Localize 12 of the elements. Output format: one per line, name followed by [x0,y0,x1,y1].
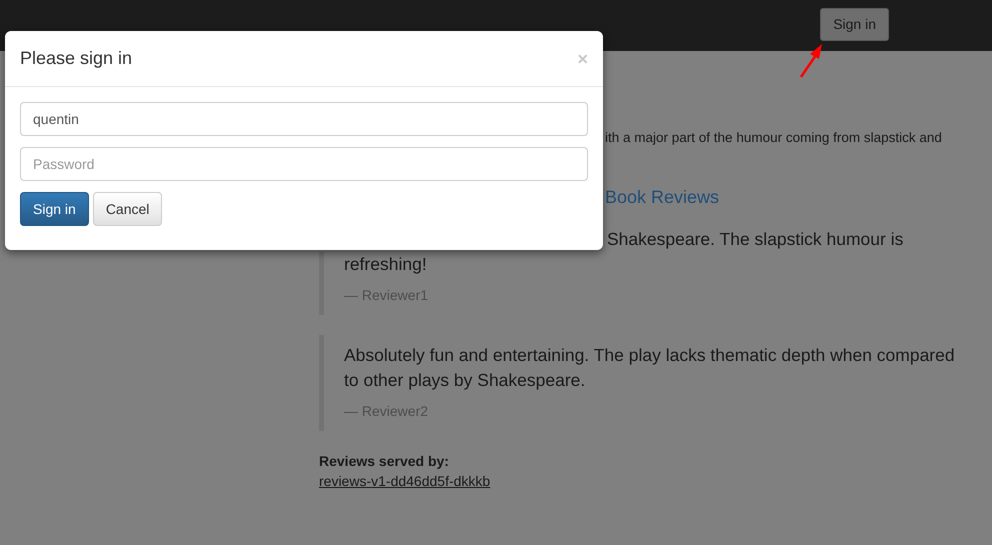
password-field[interactable]: Password [20,147,588,181]
review-text: refreshing! [344,253,428,276]
review-text: Absolutely fun and entertaining. The play lacks thematic depth when compared to other plays by Shakespeare. [344,344,956,392]
served-by-label: Reviews served by: [319,452,450,471]
sign-in-button[interactable]: Sign in [20,192,89,226]
username-field[interactable]: quentin [20,102,588,136]
cancel-button[interactable]: Cancel [92,192,162,226]
pod-link[interactable]: reviews-v1-dd46dd5f-dkkkb [319,471,490,491]
review-text: Shakespeare. The slapstick humour is [607,228,904,251]
description-text: ith a major part of the humour coming from slapstick and [605,129,943,147]
dialog-title: Please sign in [20,47,132,70]
sign-in-button[interactable]: Sign in [820,8,889,41]
